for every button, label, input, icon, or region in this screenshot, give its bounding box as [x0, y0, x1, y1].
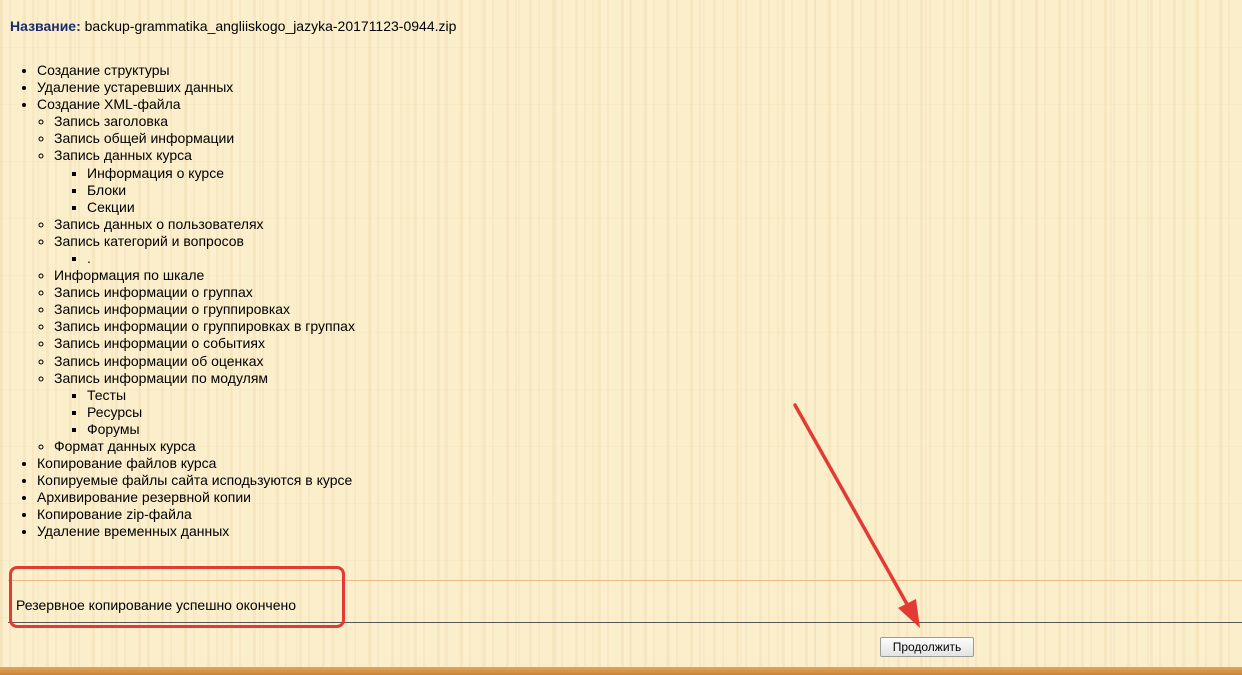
- xml-step-groupings: Запись информации о группировках: [54, 301, 355, 318]
- course-step-blocks: Блоки: [87, 182, 355, 199]
- course-data-substeps-list: Информация о курсе Блоки Секции: [54, 165, 355, 216]
- xml-step-scale-info: Информация по шкале: [54, 267, 355, 284]
- module-step-resources: Ресурсы: [87, 404, 355, 421]
- step-copy-zip: Копирование zip-файла: [37, 506, 355, 523]
- xml-step-modules: Запись информации по модулям Тесты Ресур…: [54, 370, 355, 438]
- xml-step-groups: Запись информации о группах: [54, 284, 355, 301]
- categories-substeps-list: .: [54, 250, 355, 267]
- xml-step-header: Запись заголовка: [54, 113, 355, 130]
- backup-progress-page: Название: backup-grammatika_angliiskogo_…: [0, 0, 1242, 675]
- backup-name-label: Название:: [10, 18, 81, 34]
- categories-dot: .: [87, 250, 355, 267]
- xml-step-users: Запись данных о пользователях: [54, 216, 355, 233]
- xml-step-categories-label: Запись категорий и вопросов: [54, 232, 244, 249]
- course-step-info: Информация о курсе: [87, 165, 355, 182]
- xml-step-groupings-groups: Запись информации о группировках в групп…: [54, 318, 355, 335]
- xml-step-course-format: Формат данных курса: [54, 438, 355, 455]
- module-substeps-list: Тесты Ресурсы Форумы: [54, 387, 355, 438]
- xml-substeps-list: Запись заголовка Запись общей информации…: [37, 113, 355, 455]
- step-site-files-used: Копируемые файлы сайта исподьзуются в ку…: [37, 472, 355, 489]
- step-delete-old-data: Удаление устаревших данных: [37, 79, 355, 96]
- xml-step-modules-label: Запись информации по модулям: [54, 369, 269, 386]
- course-step-sections: Секции: [87, 199, 355, 216]
- step-archive-backup: Архивирование резервной копии: [37, 489, 355, 506]
- annotation-highlight-box: [9, 566, 345, 628]
- xml-step-course-data: Запись данных курса Информация о курсе Б…: [54, 147, 355, 215]
- backup-name-row: Название: backup-grammatika_angliiskogo_…: [10, 17, 456, 35]
- step-create-structure: Создание структуры: [37, 62, 355, 79]
- continue-button[interactable]: Продолжить: [880, 637, 974, 657]
- footer-band: [0, 667, 1242, 675]
- xml-step-general-info: Запись общей информации: [54, 130, 355, 147]
- step-create-xml-label: Создание XML-файла: [37, 96, 181, 113]
- step-copy-course-files: Копирование файлов курса: [37, 455, 355, 472]
- xml-step-categories-questions: Запись категорий и вопросов .: [54, 233, 355, 267]
- step-create-xml: Создание XML-файла Запись заголовка Запи…: [37, 96, 355, 455]
- module-step-quizzes: Тесты: [87, 387, 355, 404]
- backup-steps-list: Создание структуры Удаление устаревших д…: [0, 62, 355, 541]
- step-delete-temp-data: Удаление временных данных: [37, 523, 355, 540]
- xml-step-events: Запись информации о событиях: [54, 335, 355, 352]
- xml-step-course-data-label: Запись данных курса: [54, 147, 192, 164]
- module-step-forums: Форумы: [87, 421, 355, 438]
- xml-step-grades: Запись информации об оценках: [54, 353, 355, 370]
- backup-file-name: backup-grammatika_angliiskogo_jazyka-201…: [84, 18, 457, 34]
